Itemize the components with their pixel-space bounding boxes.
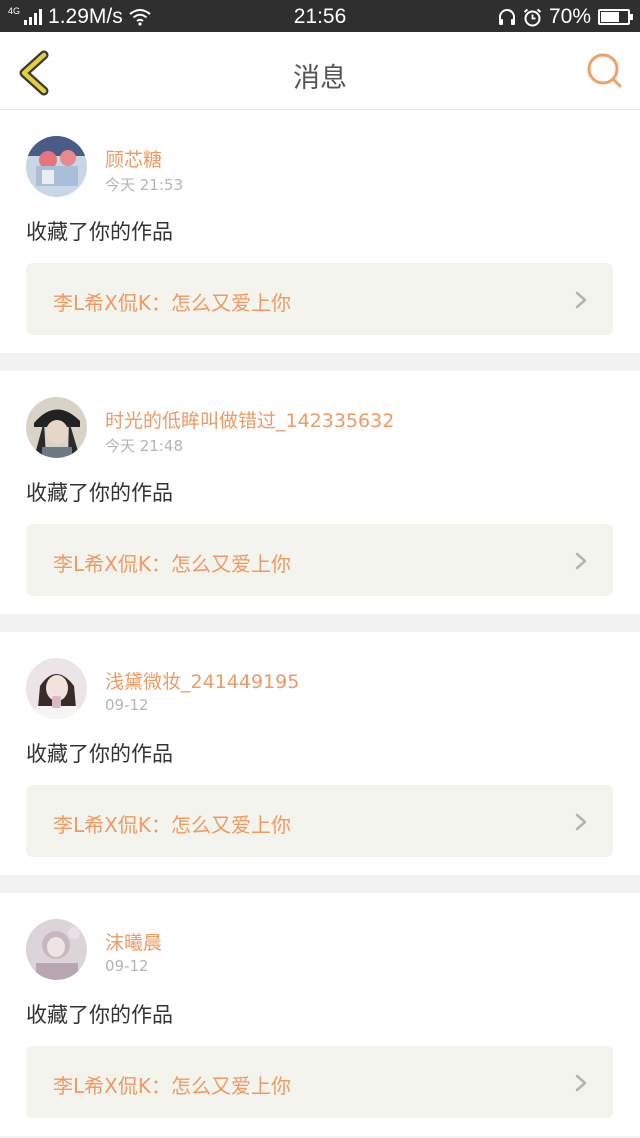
work-title: 李L希X侃K：怎么又爱上你 [53,1074,291,1098]
message-action: 收藏了你的作品 [26,1003,173,1027]
avatar[interactable] [26,136,87,197]
work-title: 李L希X侃K：怎么又爱上你 [53,552,291,576]
user-name[interactable]: 浅黛微妆_241449195 [105,667,299,694]
battery-fill [601,12,619,22]
user-name[interactable]: 沫曦晨 [105,928,162,955]
user-name[interactable]: 时光的低眸叫做错过_142335632 [105,406,394,433]
search-icon[interactable] [584,50,626,92]
user-name[interactable]: 顾芯糖 [105,145,162,172]
message-card: 顾芯糖 今天 21:53 收藏了你的作品 李L希X侃K：怎么又爱上你 [0,110,640,353]
message-card: 浅黛微妆_241449195 09-12 收藏了你的作品 李L希X侃K：怎么又爱… [0,632,640,875]
message-card: 沫曦晨 09-12 收藏了你的作品 李L希X侃K：怎么又爱上你 [0,893,640,1136]
avatar[interactable] [26,919,87,980]
work-title: 李L希X侃K：怎么又爱上你 [53,813,291,837]
work-link[interactable]: 李L希X侃K：怎么又爱上你 [26,263,613,335]
chevron-right-icon [575,291,587,309]
work-link[interactable]: 李L希X侃K：怎么又爱上你 [26,1046,613,1118]
message-action: 收藏了你的作品 [26,481,173,505]
message-time: 09-12 [105,696,149,714]
status-right: 70% [498,5,633,29]
work-title: 李L希X侃K：怎么又爱上你 [53,291,291,315]
avatar[interactable] [26,397,87,458]
page-title: 消息 [293,63,347,94]
alarm-icon [523,8,542,26]
avatar[interactable] [26,658,87,719]
battery-percent: 70% [548,5,591,28]
message-time: 今天 21:53 [105,176,183,194]
battery-icon [598,9,633,25]
message-time: 今天 21:48 [105,437,183,455]
message-action: 收藏了你的作品 [26,742,173,766]
message-card: 时光的低眸叫做错过_142335632 今天 21:48 收藏了你的作品 李L希… [0,371,640,614]
header-bar: 消息 [0,32,640,110]
message-action: 收藏了你的作品 [26,220,173,244]
chevron-right-icon [575,552,587,570]
chevron-right-icon [575,813,587,831]
headphones-icon [498,9,515,25]
status-bar: 4G 1.29M/s 21:56 70% [0,0,640,32]
chevron-right-icon [575,1074,587,1092]
work-link[interactable]: 李L希X侃K：怎么又爱上你 [26,524,613,596]
message-time: 09-12 [105,957,149,975]
work-link[interactable]: 李L希X侃K：怎么又爱上你 [26,785,613,857]
